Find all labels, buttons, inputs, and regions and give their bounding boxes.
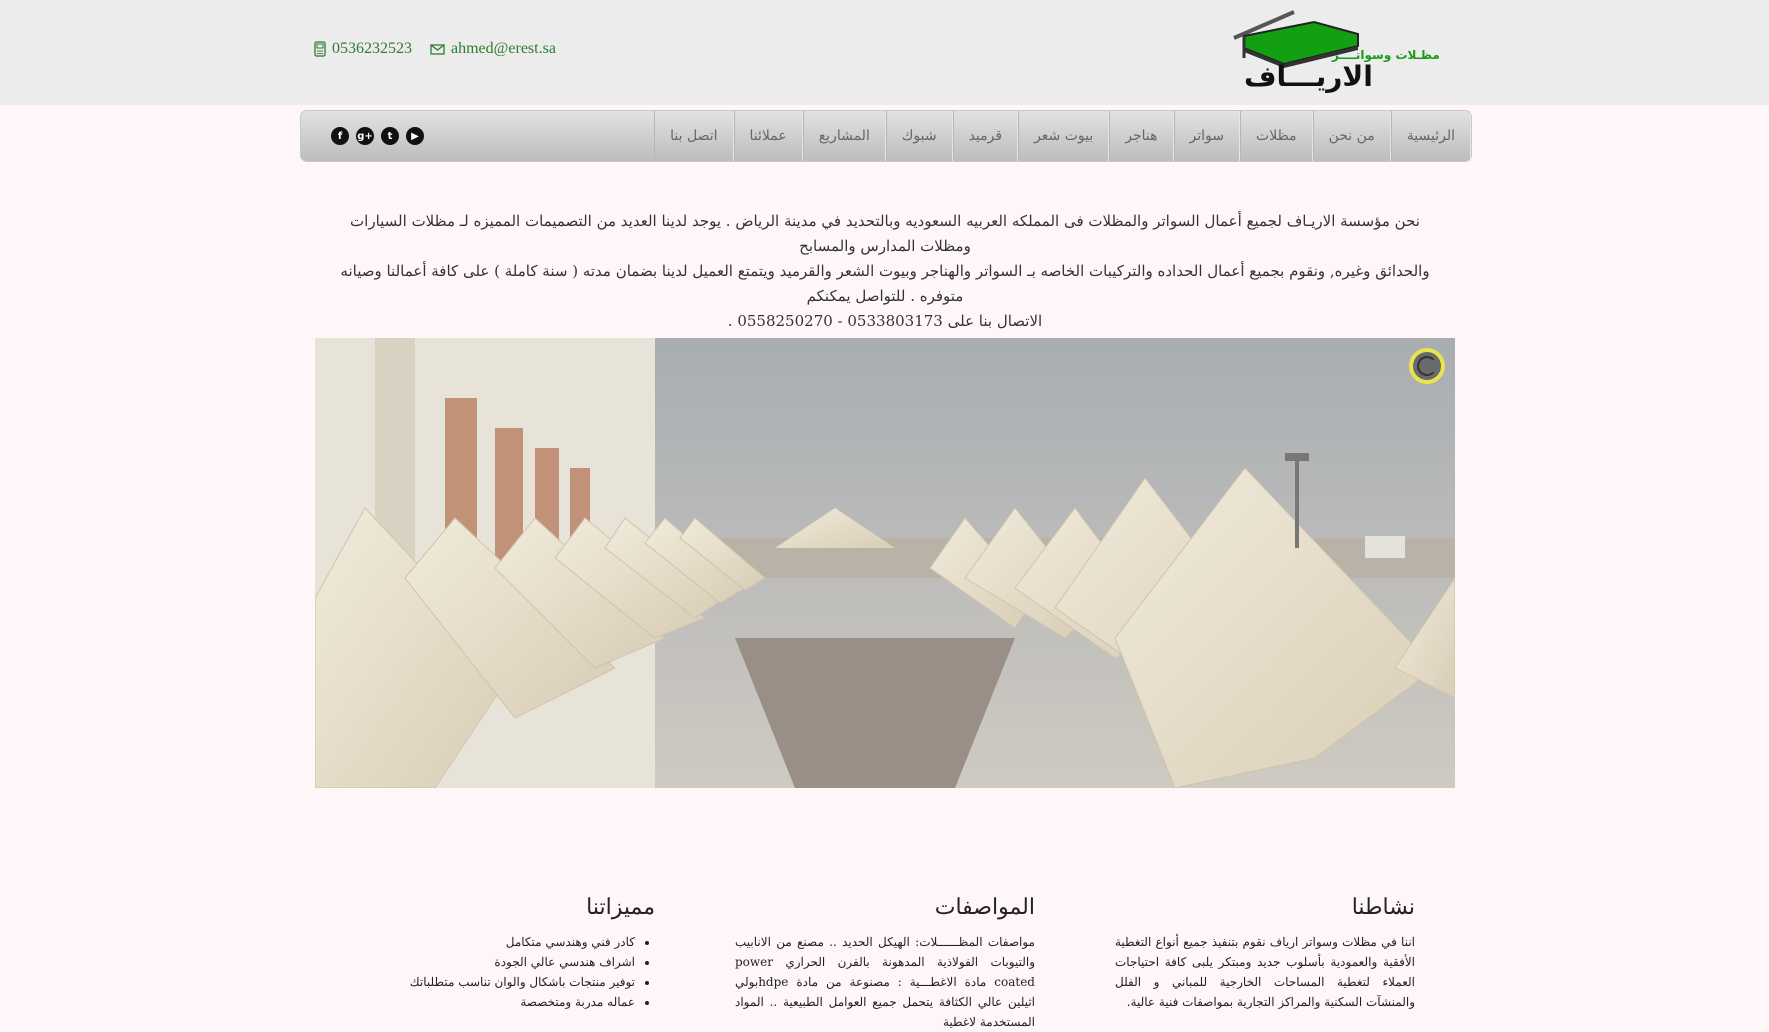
feature-item: توفير منتجات باشكال والوان تناسب متطلبات… xyxy=(355,972,635,992)
nav-item[interactable]: مظلات xyxy=(1240,111,1313,161)
tent-shades-photo xyxy=(315,338,1455,788)
phone-contact[interactable]: 0536232523 xyxy=(314,40,412,58)
intro-line-3: الاتصال بنا على 0533803173 - 0558250270 … xyxy=(727,312,1043,330)
nav-item[interactable]: بيوت شعر xyxy=(1018,111,1110,161)
email-address: ahmed@erest.sa xyxy=(451,40,556,57)
specs-title: المواصفات xyxy=(934,895,1035,920)
intro-line-1: نحن مؤسسة الاريـاف لجميع أعمال السواتر و… xyxy=(350,212,1420,255)
phone-number: 0536232523 xyxy=(332,40,412,57)
specs-text: مواصفات المظــــــلات: الهيكل الحديد .. … xyxy=(735,935,1035,1029)
phone-icon xyxy=(314,41,326,57)
nav-item[interactable]: الرئيسية xyxy=(1390,111,1471,161)
twitter-icon[interactable]: t xyxy=(381,127,399,145)
image-slider[interactable] xyxy=(315,338,1455,788)
activity-title: نشاطنا xyxy=(1351,895,1415,920)
feature-item: اشراف هندسي عالي الجودة xyxy=(355,952,635,972)
nav-item[interactable]: اتصل بنا xyxy=(654,111,734,161)
top-header-bar: 0536232523 ahmed@erest.sa مظـلات وسواتــ… xyxy=(0,0,1769,105)
site-logo[interactable]: مظـلات وسواتــــر الاريـــاف xyxy=(1222,8,1447,98)
mail-icon xyxy=(430,43,445,55)
section-specs: المواصفات مواصفات المظــــــلات: الهيكل … xyxy=(735,895,1035,1032)
nav-item[interactable]: المشاريع xyxy=(802,111,886,161)
contact-info: 0536232523 ahmed@erest.sa xyxy=(314,40,556,58)
nav-item[interactable]: قرميد xyxy=(952,111,1019,161)
section-features: مميزاتنا كادر فني وهندسي متكاملاشراف هند… xyxy=(355,895,655,1012)
nav-item[interactable]: سواتر xyxy=(1173,111,1241,161)
activity-text: اننا في مظلات وسواتر ارياف نقوم بتنفيذ ج… xyxy=(1115,935,1415,1009)
google-plus-icon[interactable]: g+ xyxy=(356,127,374,145)
nav-item[interactable]: عملائنا xyxy=(733,111,803,161)
features-title: مميزاتنا xyxy=(586,895,655,920)
nav-menu: الرئيسية من نحن مظلات سواتر هناجر بيوت شعر قرم… xyxy=(654,111,1471,161)
nav-item[interactable]: هناجر xyxy=(1109,111,1174,161)
nav-item[interactable]: شبوك xyxy=(885,111,953,161)
intro-line-2: والحدائق وغيره, ونقوم بجميع أعمال الحداد… xyxy=(340,262,1430,305)
email-contact[interactable]: ahmed@erest.sa xyxy=(430,40,556,58)
intro-text: نحن مؤسسة الاريـاف لجميع أعمال السواتر و… xyxy=(335,209,1435,334)
section-activity: نشاطنا اننا في مظلات وسواتر ارياف نقوم ب… xyxy=(1115,895,1415,1012)
feature-item: كادر فني وهندسي متكامل xyxy=(355,932,635,952)
logo-name: الاريـــاف xyxy=(1244,60,1373,93)
facebook-icon[interactable]: f xyxy=(331,127,349,145)
slider-loading-indicator xyxy=(1409,348,1445,384)
nav-item[interactable]: من نحن xyxy=(1312,111,1391,161)
main-navigation: الرئيسية من نحن مظلات سواتر هناجر بيوت شعر قرم… xyxy=(300,110,1472,162)
feature-item: عماله مدربة ومتخصصة xyxy=(355,992,635,1012)
social-links: f g+ t ▶ xyxy=(331,127,424,145)
youtube-icon[interactable]: ▶ xyxy=(406,127,424,145)
features-list: كادر فني وهندسي متكاملاشراف هندسي عالي ا… xyxy=(355,932,655,1012)
